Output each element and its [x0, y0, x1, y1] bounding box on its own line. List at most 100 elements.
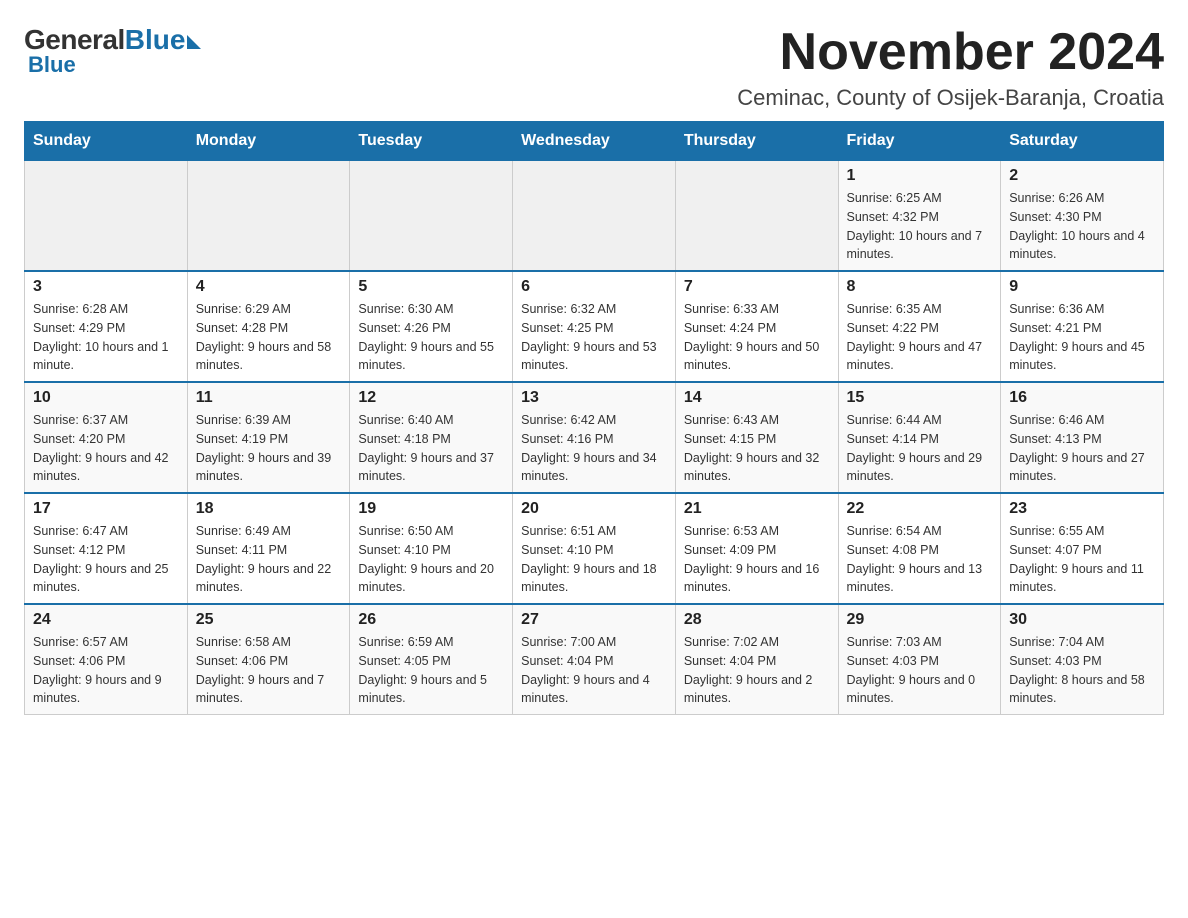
week-row-3: 10 Sunrise: 6:37 AMSunset: 4:20 PMDayligh…: [25, 382, 1164, 493]
day-number: 14: [684, 389, 830, 407]
day-info: Sunrise: 6:28 AMSunset: 4:29 PMDaylight:…: [33, 300, 179, 375]
calendar-cell: 20 Sunrise: 6:51 AMSunset: 4:10 PMDayligh…: [513, 493, 676, 604]
day-info: Sunrise: 6:25 AMSunset: 4:32 PMDaylight:…: [847, 189, 993, 264]
calendar-cell: 8 Sunrise: 6:35 AMSunset: 4:22 PMDaylight…: [838, 271, 1001, 382]
calendar-cell: 27 Sunrise: 7:00 AMSunset: 4:04 PMDayligh…: [513, 604, 676, 715]
day-number: 21: [684, 500, 830, 518]
day-number: 15: [847, 389, 993, 407]
logo-sub-text: Blue: [28, 52, 76, 78]
calendar-cell: 16 Sunrise: 6:46 AMSunset: 4:13 PMDayligh…: [1001, 382, 1164, 493]
calendar-cell: 22Sunrise: 6:54 AMSunset: 4:08 PMDayligh…: [838, 493, 1001, 604]
day-number: 7: [684, 278, 830, 296]
day-info: Sunrise: 6:26 AMSunset: 4:30 PMDaylight:…: [1009, 189, 1155, 264]
calendar-cell: 18Sunrise: 6:49 AMSunset: 4:11 PMDayligh…: [187, 493, 350, 604]
calendar-cell: 10 Sunrise: 6:37 AMSunset: 4:20 PMDayligh…: [25, 382, 188, 493]
calendar-cell: 7 Sunrise: 6:33 AMSunset: 4:24 PMDaylight…: [675, 271, 838, 382]
day-info: Sunrise: 6:29 AMSunset: 4:28 PMDaylight:…: [196, 300, 342, 375]
day-number: 23: [1009, 500, 1155, 518]
calendar-cell: 28Sunrise: 7:02 AMSunset: 4:04 PMDayligh…: [675, 604, 838, 715]
calendar-cell: [350, 161, 513, 272]
calendar-cell: 30 Sunrise: 7:04 AMSunset: 4:03 PMDayligh…: [1001, 604, 1164, 715]
day-number: 12: [358, 389, 504, 407]
day-number: 11: [196, 389, 342, 407]
day-info: Sunrise: 6:40 AMSunset: 4:18 PMDaylight:…: [358, 411, 504, 486]
day-info: Sunrise: 6:39 AMSunset: 4:19 PMDaylight:…: [196, 411, 342, 486]
calendar-cell: 14 Sunrise: 6:43 AMSunset: 4:15 PMDayligh…: [675, 382, 838, 493]
day-info: Sunrise: 7:03 AMSunset: 4:03 PMDaylight:…: [847, 633, 993, 708]
day-info: Sunrise: 6:59 AMSunset: 4:05 PMDaylight:…: [358, 633, 504, 708]
day-number: 19: [358, 500, 504, 518]
day-info: Sunrise: 6:33 AMSunset: 4:24 PMDaylight:…: [684, 300, 830, 375]
column-header-monday: Monday: [187, 122, 350, 161]
day-info: Sunrise: 6:50 AMSunset: 4:10 PMDaylight:…: [358, 522, 504, 597]
day-info: Sunrise: 6:30 AMSunset: 4:26 PMDaylight:…: [358, 300, 504, 375]
day-number: 20: [521, 500, 667, 518]
day-info: Sunrise: 6:42 AMSunset: 4:16 PMDaylight:…: [521, 411, 667, 486]
day-number: 16: [1009, 389, 1155, 407]
column-header-tuesday: Tuesday: [350, 122, 513, 161]
day-number: 8: [847, 278, 993, 296]
calendar-cell: 9Sunrise: 6:36 AMSunset: 4:21 PMDaylight…: [1001, 271, 1164, 382]
calendar-cell: [513, 161, 676, 272]
day-number: 29: [847, 611, 993, 629]
day-number: 1: [847, 167, 993, 185]
column-header-wednesday: Wednesday: [513, 122, 676, 161]
day-number: 22: [847, 500, 993, 518]
day-number: 27: [521, 611, 667, 629]
column-header-sunday: Sunday: [25, 122, 188, 161]
day-number: 25: [196, 611, 342, 629]
calendar-cell: 29 Sunrise: 7:03 AMSunset: 4:03 PMDayligh…: [838, 604, 1001, 715]
day-number: 2: [1009, 167, 1155, 185]
day-info: Sunrise: 6:44 AMSunset: 4:14 PMDaylight:…: [847, 411, 993, 486]
calendar-cell: 15 Sunrise: 6:44 AMSunset: 4:14 PMDayligh…: [838, 382, 1001, 493]
column-header-thursday: Thursday: [675, 122, 838, 161]
day-info: Sunrise: 7:00 AMSunset: 4:04 PMDaylight:…: [521, 633, 667, 708]
day-number: 10: [33, 389, 179, 407]
day-number: 24: [33, 611, 179, 629]
logo-blue-text: Blue: [125, 24, 186, 56]
calendar-cell: 5 Sunrise: 6:30 AMSunset: 4:26 PMDaylight…: [350, 271, 513, 382]
day-number: 9: [1009, 278, 1155, 296]
calendar-table: SundayMondayTuesdayWednesdayThursdayFrid…: [24, 121, 1164, 715]
calendar-cell: [187, 161, 350, 272]
week-row-5: 24Sunrise: 6:57 AMSunset: 4:06 PMDayligh…: [25, 604, 1164, 715]
logo-triangle-icon: [187, 35, 201, 49]
calendar-cell: 21Sunrise: 6:53 AMSunset: 4:09 PMDayligh…: [675, 493, 838, 604]
column-header-saturday: Saturday: [1001, 122, 1164, 161]
calendar-cell: 25 Sunrise: 6:58 AMSunset: 4:06 PMDayligh…: [187, 604, 350, 715]
day-info: Sunrise: 7:02 AMSunset: 4:04 PMDaylight:…: [684, 633, 830, 708]
day-info: Sunrise: 6:43 AMSunset: 4:15 PMDaylight:…: [684, 411, 830, 486]
week-row-2: 3 Sunrise: 6:28 AMSunset: 4:29 PMDaylight…: [25, 271, 1164, 382]
calendar-cell: 19 Sunrise: 6:50 AMSunset: 4:10 PMDayligh…: [350, 493, 513, 604]
header-row: SundayMondayTuesdayWednesdayThursdayFrid…: [25, 122, 1164, 161]
day-info: Sunrise: 6:49 AMSunset: 4:11 PMDaylight:…: [196, 522, 342, 597]
month-title: November 2024: [737, 24, 1164, 81]
title-area: November 2024 Ceminac, County of Osijek-…: [737, 24, 1164, 111]
calendar-cell: 11 Sunrise: 6:39 AMSunset: 4:19 PMDayligh…: [187, 382, 350, 493]
column-header-friday: Friday: [838, 122, 1001, 161]
week-row-1: 1 Sunrise: 6:25 AMSunset: 4:32 PMDaylight…: [25, 161, 1164, 272]
calendar-cell: 2 Sunrise: 6:26 AMSunset: 4:30 PMDaylight…: [1001, 161, 1164, 272]
day-info: Sunrise: 6:46 AMSunset: 4:13 PMDaylight:…: [1009, 411, 1155, 486]
day-number: 30: [1009, 611, 1155, 629]
day-number: 3: [33, 278, 179, 296]
calendar-cell: 12 Sunrise: 6:40 AMSunset: 4:18 PMDayligh…: [350, 382, 513, 493]
day-number: 13: [521, 389, 667, 407]
calendar-cell: [25, 161, 188, 272]
calendar-cell: 4 Sunrise: 6:29 AMSunset: 4:28 PMDaylight…: [187, 271, 350, 382]
logo: General Blue Blue: [24, 24, 201, 78]
calendar-cell: 23Sunrise: 6:55 AMSunset: 4:07 PMDayligh…: [1001, 493, 1164, 604]
week-row-4: 17 Sunrise: 6:47 AMSunset: 4:12 PMDayligh…: [25, 493, 1164, 604]
day-info: Sunrise: 6:58 AMSunset: 4:06 PMDaylight:…: [196, 633, 342, 708]
calendar-cell: [675, 161, 838, 272]
day-info: Sunrise: 6:47 AMSunset: 4:12 PMDaylight:…: [33, 522, 179, 597]
day-number: 4: [196, 278, 342, 296]
day-info: Sunrise: 6:51 AMSunset: 4:10 PMDaylight:…: [521, 522, 667, 597]
calendar-cell: 17 Sunrise: 6:47 AMSunset: 4:12 PMDayligh…: [25, 493, 188, 604]
day-number: 5: [358, 278, 504, 296]
day-info: Sunrise: 6:35 AMSunset: 4:22 PMDaylight:…: [847, 300, 993, 375]
calendar-cell: 13 Sunrise: 6:42 AMSunset: 4:16 PMDayligh…: [513, 382, 676, 493]
day-info: Sunrise: 6:37 AMSunset: 4:20 PMDaylight:…: [33, 411, 179, 486]
day-info: Sunrise: 7:04 AMSunset: 4:03 PMDaylight:…: [1009, 633, 1155, 708]
day-number: 17: [33, 500, 179, 518]
